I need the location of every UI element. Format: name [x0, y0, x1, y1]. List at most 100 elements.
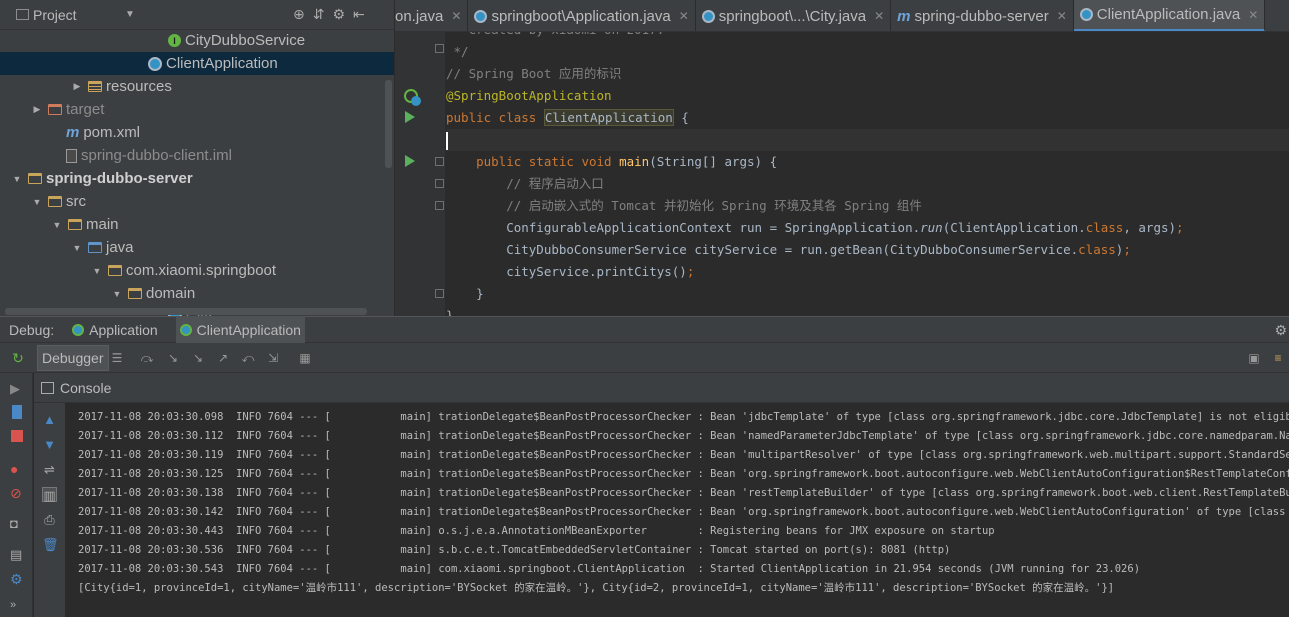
code-token: ; — [686, 264, 695, 279]
expand-arrow-icon[interactable]: ▼ — [10, 174, 24, 184]
collapse-arrow-icon[interactable]: ▶ — [30, 104, 44, 115]
tree-item-spring-dubbo-client-iml[interactable]: spring-dubbo-client.iml — [0, 144, 394, 167]
tab-label: springboot\Application.java — [491, 7, 671, 25]
code-editor[interactable]: * Created by xiaomi on 2017. */ // Sprin… — [395, 32, 1289, 316]
settings-icon[interactable]: ⚙ — [10, 571, 24, 587]
tab-on-java[interactable]: on.java ✕ — [395, 0, 469, 31]
rerun-icon[interactable]: ↻ — [11, 351, 25, 365]
step-into-icon[interactable]: ↘ — [166, 351, 180, 365]
expand-arrow-icon[interactable]: ▼ — [70, 243, 84, 253]
tab-debug-application[interactable]: Application — [68, 322, 162, 338]
more-icon[interactable]: » — [10, 599, 24, 613]
horizontal-scrollbar[interactable] — [5, 308, 367, 315]
run-to-cursor-icon[interactable]: ⇲ — [266, 351, 280, 365]
pause-icon[interactable] — [12, 405, 22, 419]
show-execution-point-icon[interactable]: ☰ — [110, 351, 124, 365]
close-icon[interactable]: ✕ — [451, 9, 461, 23]
tab-debug-client-application[interactable]: ClientApplication — [175, 316, 305, 343]
expand-arrow-icon[interactable]: ▼ — [50, 220, 64, 230]
tree-item-domain[interactable]: ▼ domain — [0, 282, 394, 305]
vertical-scrollbar[interactable] — [385, 80, 392, 168]
spring-class-icon — [474, 9, 488, 23]
console-line: 2017-11-08 20:03:30.138 INFO 7604 --- [ … — [78, 487, 1289, 499]
restore-layout-icon[interactable]: ▣ — [1247, 351, 1261, 365]
run-icon[interactable] — [405, 155, 415, 167]
trash-icon[interactable]: 🗑 — [42, 537, 59, 552]
collapse-arrow-icon[interactable]: ▶ — [70, 81, 84, 92]
interface-icon: I — [168, 34, 181, 47]
tab-client-application-java[interactable]: ClientApplication.java ✕ — [1073, 0, 1266, 31]
layout-icon[interactable]: ≡ — [1271, 351, 1285, 365]
close-icon[interactable]: ✕ — [1057, 9, 1067, 23]
debug-side-toolbar: ▶ ● ⊘ ◘ ▤ ⚙ » — [0, 373, 33, 617]
tree-item-src[interactable]: ▼ src — [0, 190, 394, 213]
tab-label: on.java — [395, 7, 444, 25]
tab-debugger[interactable]: Debugger — [37, 345, 109, 371]
tab-application-java[interactable]: springboot\Application.java ✕ — [468, 0, 696, 31]
step-over-icon[interactable]: ⤼ — [140, 351, 154, 365]
camera-icon[interactable]: ◘ — [10, 516, 24, 531]
hide-icon[interactable]: ⇤ — [353, 6, 365, 23]
code-token: ClientApplication — [543, 109, 674, 126]
code-line: CityDubboConsumerService cityService = r… — [446, 239, 1131, 261]
scroll-to-end-icon[interactable]: ▥ — [42, 487, 57, 503]
spring-class-icon — [148, 56, 162, 71]
stop-icon[interactable] — [11, 430, 23, 442]
expand-arrow-icon[interactable]: ▼ — [90, 266, 104, 276]
maven-icon: m — [66, 124, 80, 141]
tree-item-spring-dubbo-server[interactable]: ▼ spring-dubbo-server — [0, 167, 394, 190]
tree-item-java[interactable]: ▼ java — [0, 236, 394, 259]
collapse-icon[interactable]: ⇵ — [313, 6, 325, 23]
expand-arrow-icon[interactable]: ▼ — [110, 289, 124, 299]
tree-item-com-xiaomi-springboot[interactable]: ▼ com.xiaomi.springboot — [0, 259, 394, 282]
step-out-icon[interactable]: ↗ — [216, 351, 230, 365]
evaluate-icon[interactable]: ▦ — [298, 351, 312, 365]
tab-spring-dubbo-server[interactable]: m spring-dubbo-server ✕ — [891, 0, 1074, 31]
fold-icon[interactable] — [435, 179, 444, 188]
code-token: class — [1085, 220, 1124, 235]
tab-city-java[interactable]: springboot\...\City.java ✕ — [696, 0, 892, 31]
tree-item-target[interactable]: ▶ target — [0, 98, 394, 121]
mute-breakpoints-icon[interactable]: ⊘ — [10, 485, 24, 501]
force-step-into-icon[interactable]: ↘ — [191, 351, 205, 365]
tab-console[interactable]: Console — [60, 380, 111, 396]
tree-item-main[interactable]: ▼ main — [0, 213, 394, 236]
spring-app-icon — [179, 323, 192, 336]
drop-frame-icon[interactable]: ⤺ — [241, 351, 255, 365]
code-token: public static void — [446, 154, 620, 169]
expand-arrow-icon[interactable]: ▼ — [30, 197, 44, 207]
fold-icon[interactable] — [435, 201, 444, 210]
layout-settings-icon[interactable]: ▤ — [10, 547, 24, 562]
console-line: 2017-11-08 20:03:30.536 INFO 7604 --- [ … — [78, 544, 951, 556]
chevron-down-icon[interactable]: ▼ — [125, 9, 135, 20]
down-arrow-icon[interactable]: ▼ — [42, 437, 57, 452]
soft-wrap-icon[interactable]: ⇌ — [42, 462, 57, 477]
resume-icon[interactable]: ▶ — [10, 381, 24, 396]
close-icon[interactable]: ✕ — [1248, 8, 1258, 22]
tree-item-label: target — [66, 101, 105, 118]
gear-icon[interactable]: ⚙ — [1274, 322, 1287, 339]
tree-item-resources[interactable]: ▶ resources — [0, 75, 394, 98]
tab-label: spring-dubbo-server — [914, 7, 1049, 25]
fold-icon[interactable] — [435, 289, 444, 298]
tree-item-pom-xml[interactable]: m pom.xml — [0, 121, 394, 144]
locate-icon[interactable]: ⊕ — [293, 6, 305, 23]
debug-tool-window-header: Debug: Application ClientApplication ⚙ — [0, 316, 1289, 343]
console-output[interactable]: 2017-11-08 20:03:30.098 INFO 7604 --- [ … — [66, 403, 1289, 617]
spring-boot-icon[interactable] — [403, 88, 423, 111]
fold-icon[interactable] — [435, 44, 444, 53]
close-icon[interactable]: ✕ — [679, 9, 689, 23]
fold-icon[interactable] — [435, 157, 444, 166]
code-token: , args) — [1123, 220, 1177, 235]
tree-item-clientapplication[interactable]: ClientApplication — [0, 52, 394, 75]
tree-item-label: main — [86, 216, 119, 233]
view-breakpoints-icon[interactable]: ● — [10, 461, 24, 477]
project-title[interactable]: Project — [33, 7, 77, 23]
tree-item-citydubboservice[interactable]: I CityDubboService — [0, 29, 394, 52]
print-icon[interactable]: ⎙ — [42, 512, 57, 527]
run-icon[interactable] — [405, 111, 415, 123]
close-icon[interactable]: ✕ — [874, 9, 884, 23]
gear-icon[interactable]: ⚙ — [332, 6, 345, 23]
code-line: @SpringBootApplication — [446, 88, 612, 103]
up-arrow-icon[interactable]: ▲ — [42, 412, 57, 427]
